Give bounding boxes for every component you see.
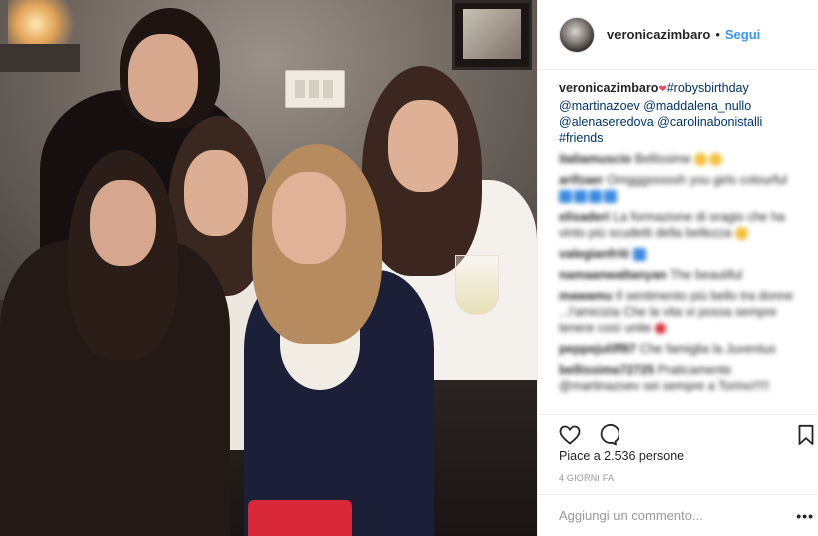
comment-username[interactable]: bellissima72725 — [559, 363, 654, 377]
comment-item: peppejuliff87 Che famiglia la Juventus — [559, 341, 805, 357]
emoji-icon — [654, 323, 666, 335]
add-comment-bar — [538, 494, 818, 536]
heart-outline-icon[interactable] — [558, 423, 582, 447]
comment-username[interactable]: valegianfriti — [559, 247, 629, 261]
caption-mentions-2[interactable]: @alenaseredova @carolinabonistalli — [559, 115, 762, 129]
caption-hashtag[interactable]: #robysbirthday — [667, 81, 749, 95]
comment-text: The beautiful — [669, 268, 743, 282]
light-switch — [285, 70, 345, 108]
caption-hashtag-friends[interactable]: #friends — [559, 131, 603, 145]
person-1-face — [128, 34, 198, 122]
header-separator: • — [715, 27, 720, 42]
comment-username[interactable]: elisaderi — [559, 210, 610, 224]
caption: veronicazimbaro❤#robysbirthday @martinaz… — [559, 80, 805, 146]
emoji-icon — [632, 248, 646, 262]
caption-mentions-1[interactable]: @martinazoev @maddalena_nullo — [559, 99, 751, 113]
bookmark-icon[interactable] — [794, 423, 818, 447]
red-phone — [248, 500, 352, 536]
person-3-face — [184, 150, 248, 236]
action-bar — [538, 414, 818, 450]
comment-item: elisaderi La formazione di oragio che ha… — [559, 209, 805, 241]
person-2-face — [90, 180, 156, 266]
comment-username[interactable]: peppejuliff87 — [559, 342, 636, 356]
comment-text: Omgggsssssh you girls colourful — [606, 173, 787, 187]
avatar[interactable] — [559, 16, 595, 53]
more-options-button[interactable]: ••• — [796, 508, 814, 524]
follow-button[interactable]: Segui — [725, 27, 760, 42]
caption-username[interactable]: veronicazimbaro — [559, 81, 658, 95]
comments-list[interactable]: veronicazimbaro❤#robysbirthday @martinaz… — [538, 72, 818, 412]
comment-item: valegianfriti — [559, 246, 805, 262]
comment-item: namaanwaltanyan The beautiful — [559, 267, 805, 283]
comment-item: mawamu Il sentimento più bello tra donne… — [559, 288, 805, 336]
shelf — [0, 44, 80, 72]
emoji-icon — [734, 227, 748, 241]
comment-item: arifzaer Omgggsssssh you girls colourful — [559, 172, 805, 204]
emoji-icon — [694, 153, 708, 167]
comment-item: bellissima72725 Praticamente @martinazoe… — [559, 362, 805, 394]
emoji-icon — [559, 190, 572, 204]
comment-username[interactable]: arifzaer — [559, 173, 603, 187]
heart-emoji-icon: ❤ — [658, 84, 667, 95]
person-5-face — [388, 100, 458, 192]
instagram-post: veronicazimbaro • Segui veronicazimbaro❤… — [0, 0, 818, 536]
emoji-icon — [709, 153, 723, 167]
comment-username[interactable]: mawamu — [559, 289, 613, 303]
likes-count[interactable]: Piace a 2.536 persone — [559, 449, 684, 463]
wine-glass — [455, 255, 499, 315]
comment-text: Bellissime — [634, 152, 691, 166]
person-4-face — [272, 172, 346, 264]
post-photo[interactable] — [0, 0, 537, 536]
emoji-icon — [574, 190, 587, 204]
comment-username[interactable]: namaanwaltanyan — [559, 268, 667, 282]
post-header: veronicazimbaro • Segui — [538, 0, 818, 70]
emoji-icon — [589, 190, 602, 204]
comment-item: italiamuscio Bellissime — [559, 151, 805, 167]
picture-frame — [452, 0, 532, 70]
emoji-icon — [604, 190, 617, 204]
post-info-panel: veronicazimbaro • Segui veronicazimbaro❤… — [537, 0, 818, 536]
comment-text: Che famiglia la Juventus — [639, 342, 776, 356]
speech-bubble-icon[interactable] — [595, 423, 619, 447]
comment-username[interactable]: italiamuscio — [559, 152, 631, 166]
header-username[interactable]: veronicazimbaro — [607, 27, 710, 42]
post-timestamp[interactable]: 4 GIORNI FA — [559, 473, 614, 483]
comment-input[interactable] — [559, 508, 769, 523]
